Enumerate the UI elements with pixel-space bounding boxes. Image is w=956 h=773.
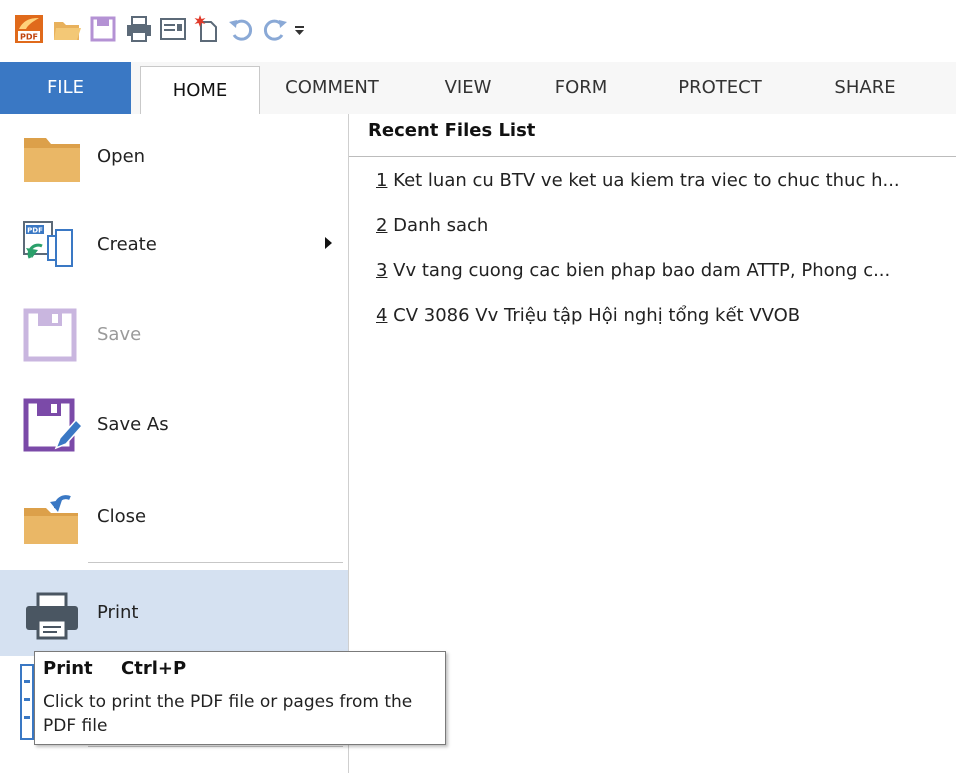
undo-icon[interactable] bbox=[226, 14, 256, 44]
recent-file-item[interactable]: 2 Danh sach bbox=[376, 215, 488, 236]
menu-item-create[interactable]: PDF Create bbox=[0, 202, 348, 288]
recent-file-item[interactable]: 1 Ket luan cu BTV ve ket ua kiem tra vie… bbox=[376, 170, 900, 191]
tab-form[interactable]: FORM bbox=[546, 62, 616, 114]
recent-file-name: CV 3086 Vv Triệu tập Hội nghị tổng kết V… bbox=[387, 305, 801, 326]
print-tooltip: Print Ctrl+P Click to print the PDF file… bbox=[34, 651, 446, 745]
menu-item-open[interactable]: Open bbox=[0, 114, 348, 200]
tab-home[interactable]: HOME bbox=[140, 66, 260, 115]
save-as-icon bbox=[23, 398, 82, 452]
recent-file-name: Vv tang cuong cac bien phap bao dam ATTP… bbox=[387, 260, 891, 281]
recent-files-title: Recent Files List bbox=[368, 120, 536, 141]
close-folder-icon bbox=[24, 495, 78, 544]
recent-file-number: 3 bbox=[376, 260, 388, 281]
recent-files-divider bbox=[349, 156, 956, 157]
tooltip-shortcut: Ctrl+P bbox=[121, 658, 187, 679]
new-document-icon[interactable] bbox=[192, 14, 222, 44]
menu-item-save-as[interactable]: Save As bbox=[0, 382, 348, 468]
tab-view[interactable]: VIEW bbox=[436, 62, 500, 114]
customize-toolbar-icon[interactable] bbox=[292, 14, 308, 44]
menu-item-label: Open bbox=[97, 146, 146, 167]
menu-item-close[interactable]: Close bbox=[0, 474, 348, 560]
print-icon[interactable] bbox=[124, 14, 154, 44]
svg-text:PDF: PDF bbox=[27, 227, 43, 235]
create-pdf-icon: PDF bbox=[23, 221, 73, 267]
folder-icon bbox=[24, 138, 80, 182]
tooltip-title: Print bbox=[43, 658, 93, 679]
save-icon bbox=[23, 308, 77, 362]
menu-item-label: Print bbox=[97, 602, 139, 623]
recent-file-number: 4 bbox=[376, 305, 388, 326]
svg-text:PDF: PDF bbox=[20, 33, 38, 42]
properties-icon[interactable] bbox=[158, 14, 188, 44]
menu-item-label: Save bbox=[97, 324, 142, 345]
menu-item-label: Close bbox=[97, 506, 147, 527]
save-icon[interactable] bbox=[88, 14, 118, 44]
menu-item-label: Create bbox=[97, 234, 157, 255]
tab-protect[interactable]: PROTECT bbox=[662, 62, 778, 114]
quick-access-toolbar: PDF bbox=[0, 0, 956, 62]
document-properties-icon bbox=[20, 664, 34, 740]
redo-icon[interactable] bbox=[260, 14, 290, 44]
tab-file[interactable]: FILE bbox=[0, 62, 131, 114]
tab-comment[interactable]: COMMENT bbox=[270, 62, 394, 114]
ribbon-tabs: FILE HOME COMMENT VIEW FORM PROTECT SHAR… bbox=[0, 62, 956, 115]
printer-icon bbox=[26, 592, 78, 640]
submenu-arrow-icon bbox=[325, 237, 332, 249]
recent-file-item[interactable]: 4 CV 3086 Vv Triệu tập Hội nghị tổng kết… bbox=[376, 305, 800, 326]
app-logo-icon[interactable]: PDF bbox=[14, 14, 44, 44]
menu-item-save[interactable]: Save bbox=[0, 292, 348, 378]
recent-file-number: 2 bbox=[376, 215, 388, 236]
tab-share[interactable]: SHARE bbox=[820, 62, 910, 114]
tooltip-description: Click to print the PDF file or pages fro… bbox=[43, 692, 413, 736]
menu-item-label: Save As bbox=[97, 414, 169, 435]
open-folder-icon[interactable] bbox=[52, 14, 82, 44]
recent-file-number: 1 bbox=[376, 170, 388, 191]
menu-divider bbox=[88, 746, 343, 747]
recent-file-name: Danh sach bbox=[387, 215, 489, 236]
recent-file-name: Ket luan cu BTV ve ket ua kiem tra viec … bbox=[387, 170, 900, 191]
menu-item-print[interactable]: Print bbox=[0, 570, 348, 656]
recent-file-item[interactable]: 3 Vv tang cuong cac bien phap bao dam AT… bbox=[376, 260, 890, 281]
menu-divider bbox=[88, 562, 343, 563]
